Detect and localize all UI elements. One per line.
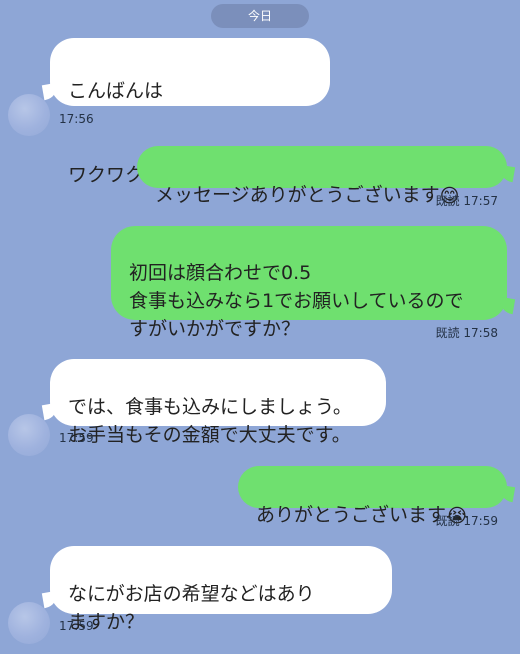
outgoing-message-1[interactable]: メッセージありがとうございます😊 [137, 146, 507, 206]
message-time: 17:58 [463, 326, 498, 340]
read-receipt: 既読 [435, 326, 460, 340]
message-status: 既読 17:58 [436, 324, 498, 341]
outgoing-message-3[interactable]: ありがとうございます😭 [238, 466, 507, 526]
message-time: 17:59 [463, 514, 498, 528]
message-text: 初回は顔合わせで0.5 食事も込みなら1でお願いしているので すがいかがですか？ [129, 262, 464, 340]
incoming-message-3[interactable]: なにがお店の希望などはあり ますか？ [50, 546, 392, 633]
outgoing-message-2[interactable]: 初回は顔合わせで0.5 食事も込みなら1でお願いしているので すがいかがですか？ [111, 226, 507, 340]
message-status: 既読 17:57 [436, 192, 498, 209]
message-status: 既読 17:59 [436, 512, 498, 529]
message-time: 17:56 [59, 112, 94, 126]
date-divider: 今日 [211, 4, 309, 28]
message-time: 17:57 [463, 194, 498, 208]
read-receipt: 既読 [435, 514, 460, 528]
message-text: では、食事も込みにしましょう。 お手当もその金額で大丈夫です。 [68, 396, 352, 446]
read-receipt: 既読 [435, 194, 460, 208]
incoming-message-1[interactable]: こんばんは ワクワクメールのです [50, 38, 330, 186]
message-text: ありがとうございます [256, 504, 447, 526]
message-line-1: こんばんは [68, 80, 164, 102]
incoming-message-2[interactable]: では、食事も込みにしましょう。 お手当もその金額で大丈夫です。 [50, 359, 386, 446]
message-time: 17:59 [59, 431, 94, 445]
message-text: なにがお店の希望などはあり ますか？ [68, 583, 315, 633]
message-time: 17:59 [59, 619, 94, 633]
message-text: メッセージありがとうございます [155, 184, 440, 206]
